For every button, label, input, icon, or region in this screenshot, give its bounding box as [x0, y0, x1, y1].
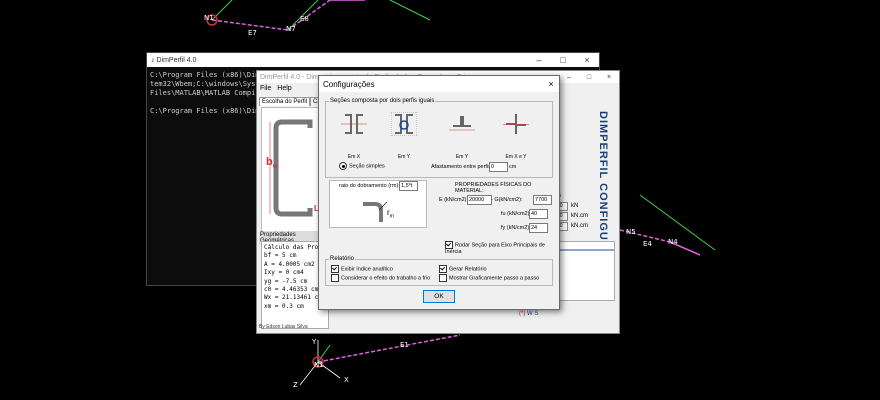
maximize-icon[interactable]: □ — [551, 55, 575, 65]
checkbox-icon — [331, 265, 339, 273]
element-label: E8 — [300, 15, 309, 23]
radio-icon — [339, 162, 347, 170]
settings-dialog[interactable]: Configurações × Seções composta por dois… — [318, 75, 560, 310]
section-em-y-alt-icon[interactable] — [449, 112, 475, 136]
author-credit: By Edson Lubas Silva — [259, 324, 308, 330]
section-label: Em Y — [397, 154, 411, 160]
ok-button[interactable]: OK — [423, 290, 455, 303]
spacing-input[interactable]: 0 — [489, 162, 508, 172]
minimize-icon[interactable]: – — [559, 74, 579, 81]
logo-icon: (*) — [519, 311, 526, 317]
g-label: - G(kN/cm2): — [491, 197, 523, 203]
section-em-x-e-y-icon[interactable] — [503, 112, 529, 136]
section-em-x-icon[interactable] — [341, 112, 367, 136]
node-label: N7 — [286, 25, 296, 33]
dialog-titlebar[interactable]: Configurações × — [319, 76, 559, 92]
tab-escolha-perfil[interactable]: Escolha do Perfil — [259, 97, 311, 106]
web-width-label: bw — [266, 156, 278, 171]
simple-section-radio[interactable]: Seção simples — [339, 162, 385, 170]
console-titlebar[interactable]: ♪ DimPerfil 4.0 – □ × — [147, 53, 599, 67]
axis-label: X — [344, 376, 349, 384]
status-ws: (*) W S — [519, 311, 539, 317]
bend-radius-input[interactable]: 1,5*t — [399, 181, 418, 191]
element-label: E1 — [400, 341, 409, 349]
rotate-section-checkbox[interactable]: Rodar Seção para Eixo Principais de Inér… — [445, 241, 559, 255]
checkbox-icon — [445, 241, 453, 249]
menu-file[interactable]: File — [260, 85, 271, 92]
spacing-unit: cm — [509, 164, 517, 170]
bend-radius-label: raio do dobramento (rm): — [339, 183, 400, 189]
node-label: N1 — [204, 14, 214, 22]
element-label: E7 — [248, 29, 257, 37]
cold-work-checkbox[interactable]: Considerar o efeito do trabalho a frio — [331, 274, 430, 282]
e-input[interactable]: 20000 — [467, 195, 492, 205]
checkbox-icon — [439, 274, 447, 282]
minimize-icon[interactable]: – — [527, 55, 551, 65]
node-label: N1 — [314, 361, 324, 369]
generate-report-checkbox[interactable]: Gerar Relatório — [439, 265, 487, 273]
spacing-label: Afastamento entre perfis: — [431, 164, 493, 170]
rm-label: rm — [387, 208, 394, 220]
fu-input[interactable]: 40 — [529, 209, 548, 219]
node-label: N4 — [668, 238, 678, 246]
axis-label: Y — [312, 338, 317, 346]
close-icon[interactable]: × — [543, 79, 559, 89]
e-label: E (kN/cm2): — [439, 197, 469, 203]
element-label: E4 — [643, 240, 652, 248]
show-analytic-checkbox[interactable]: Exibir índice analítico — [331, 265, 393, 273]
node-label: N5 — [626, 228, 636, 236]
checkbox-icon — [331, 274, 339, 282]
section-em-y-icon[interactable] — [391, 112, 417, 136]
fy-input[interactable]: 24 — [529, 223, 548, 233]
fu-label: fu (kN/cm2): — [501, 211, 531, 217]
console-title: DimPerfil 4.0 — [156, 56, 197, 64]
close-icon[interactable]: × — [575, 55, 599, 65]
g-input[interactable]: 7700 — [533, 195, 552, 205]
maximize-icon[interactable]: □ — [579, 74, 599, 81]
close-icon[interactable]: × — [599, 74, 619, 81]
report-group-label: Relatório — [330, 256, 355, 262]
material-header: PROPRIEDADES FÍSICAS DO MATERIAL: — [455, 182, 532, 194]
dialog-title: Configurações — [323, 79, 375, 89]
checkbox-icon — [439, 265, 447, 273]
menu-help[interactable]: Help — [277, 85, 291, 92]
axis-label: Z — [293, 381, 298, 389]
section-label: Em X e Y — [505, 154, 527, 160]
fy-label: fy (kN/cm2): — [501, 225, 531, 231]
section-label: Em Y — [455, 154, 469, 160]
step-graph-checkbox[interactable]: Mostrar Graficamente passo a passo — [439, 274, 539, 282]
sections-group-label: Seções composta por dois perfis iguais — [330, 98, 435, 104]
